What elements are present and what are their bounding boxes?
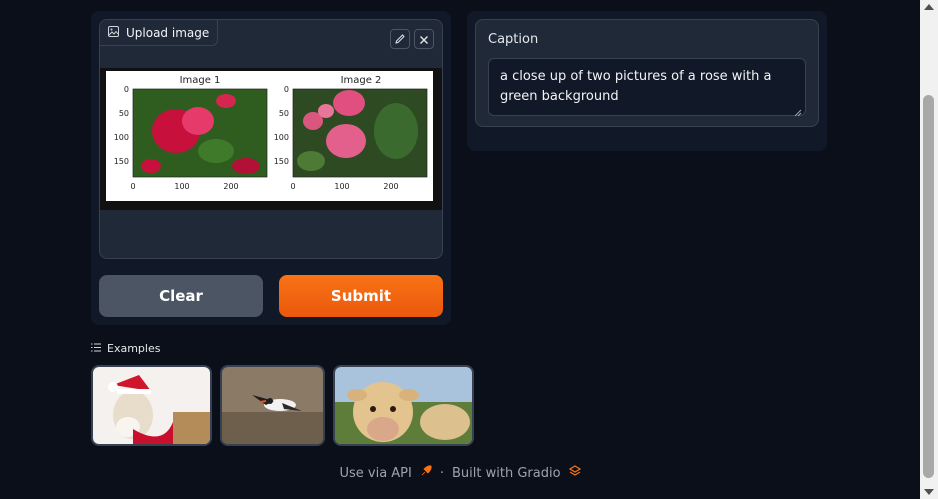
clear-button[interactable]: Clear (99, 275, 263, 317)
y-tick: 150 (274, 157, 289, 166)
image-upload-box[interactable]: Upload image Image 1 0 50 100 150 0 100 … (99, 19, 443, 259)
y-tick: 100 (274, 133, 289, 142)
image-label-text: Upload image (126, 25, 210, 40)
x-tick: 100 (174, 182, 189, 191)
pencil-icon (394, 30, 406, 49)
caption-block: Caption a close up of two pictures of a … (475, 19, 819, 127)
scroll-thumb[interactable] (923, 95, 934, 478)
examples-header: Examples (91, 342, 160, 355)
plot-figure: Image 1 0 50 100 150 0 100 200 Image 2 0… (106, 71, 433, 201)
caption-textarea[interactable]: a close up of two pictures of a rose wit… (488, 58, 806, 117)
y-tick: 50 (119, 109, 129, 118)
caption-label: Caption (488, 32, 539, 47)
image-icon (108, 25, 119, 40)
x-tick: 200 (383, 182, 398, 191)
caption-value: a close up of two pictures of a rose wit… (500, 69, 772, 104)
image-label-tag: Upload image (100, 20, 219, 46)
y-tick: 0 (284, 85, 289, 94)
x-tick: 100 (334, 182, 349, 191)
example-thumbnail-bird[interactable] (220, 365, 325, 446)
example-thumbnail-cow[interactable] (333, 365, 474, 446)
rocket-icon (420, 465, 432, 481)
image-preview: Image 1 0 50 100 150 0 100 200 Image 2 0… (100, 68, 442, 210)
clear-image-button[interactable] (414, 29, 434, 49)
built-with-gradio-link[interactable]: Built with Gradio (452, 466, 561, 481)
y-tick: 50 (279, 109, 289, 118)
resize-handle-icon[interactable] (794, 104, 802, 117)
y-tick: 0 (124, 85, 129, 94)
plot-title-right: Image 2 (341, 75, 382, 86)
y-tick: 150 (114, 157, 129, 166)
scroll-down-icon[interactable] (924, 489, 934, 495)
use-api-link[interactable]: Use via API (339, 466, 411, 481)
submit-button[interactable]: Submit (279, 275, 443, 317)
x-tick: 0 (290, 182, 295, 191)
edit-button[interactable] (390, 29, 410, 49)
scroll-up-icon[interactable] (924, 4, 934, 10)
example-thumbnail-greyhound[interactable] (91, 365, 212, 446)
page-scrollbar[interactable] (920, 0, 938, 499)
examples-label: Examples (107, 342, 161, 355)
footer: Use via API · Built with Gradio (0, 465, 920, 481)
x-tick: 0 (130, 182, 135, 191)
close-icon (419, 30, 429, 49)
footer-separator: · (439, 465, 444, 481)
x-tick: 200 (223, 182, 238, 191)
plot-title-left: Image 1 (180, 75, 221, 86)
gradio-logo-icon (568, 465, 581, 481)
list-icon (91, 342, 101, 355)
y-tick: 100 (114, 133, 129, 142)
